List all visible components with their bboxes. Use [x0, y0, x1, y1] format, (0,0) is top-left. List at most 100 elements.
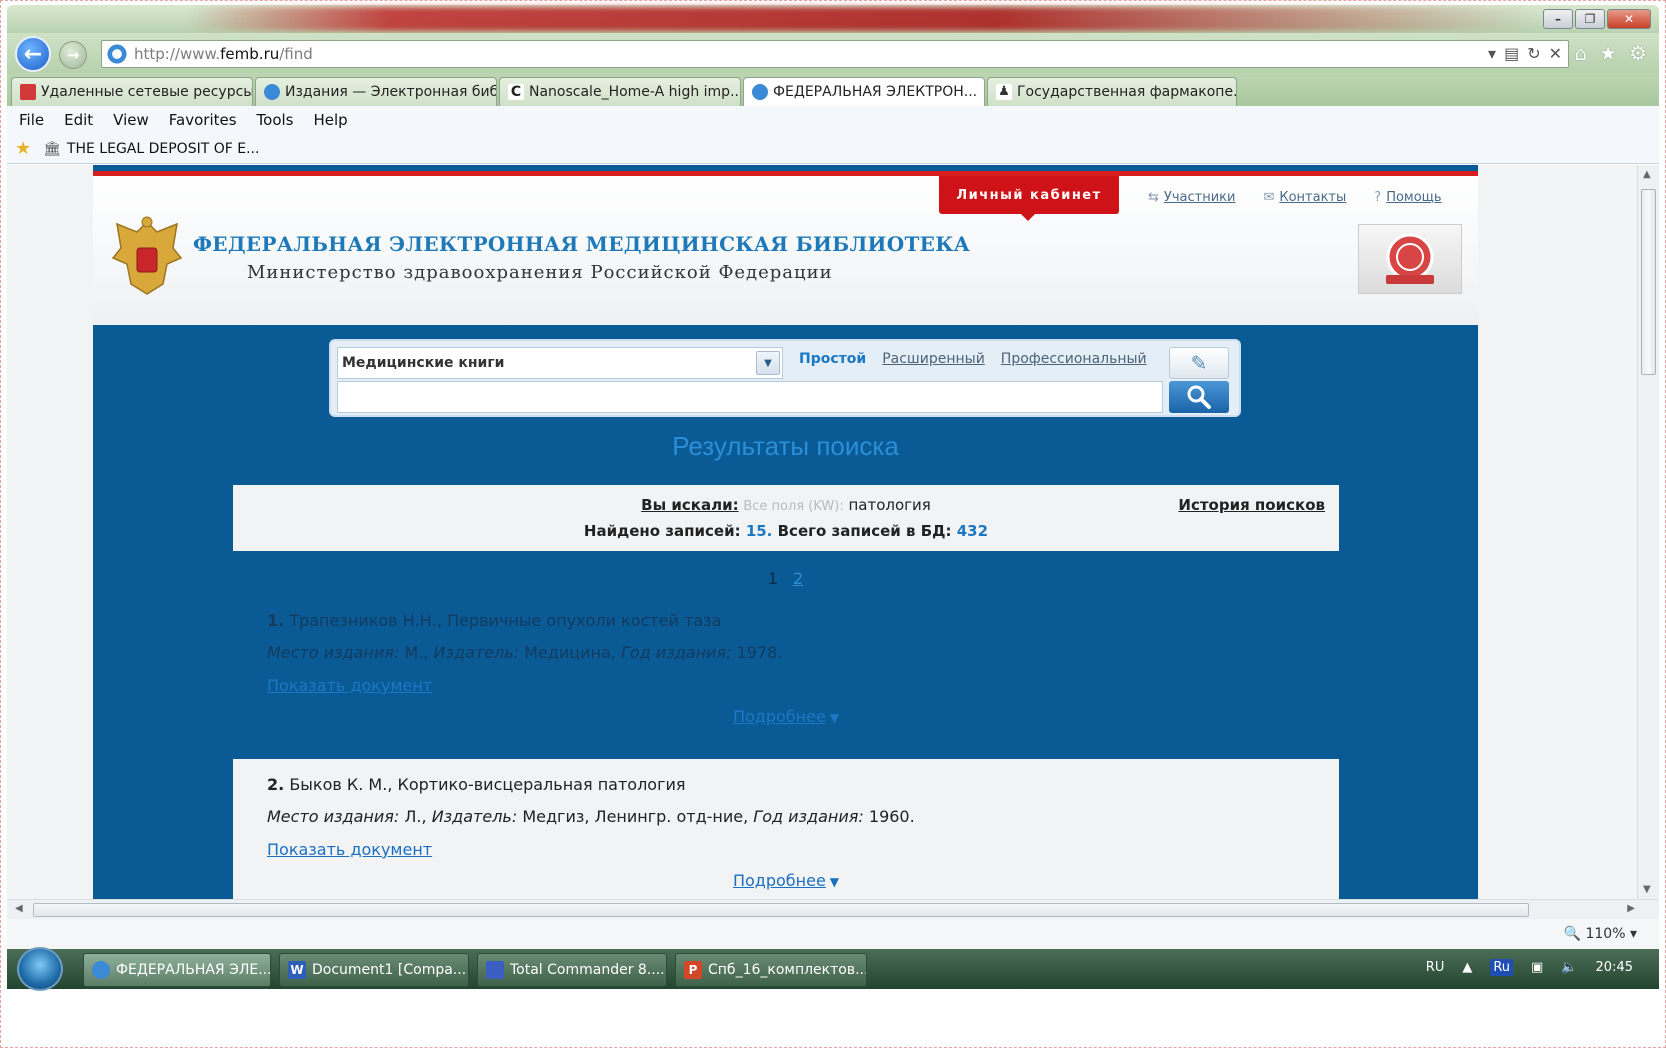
- result-title-text: Быков К. М., Кортико-висцеральная патоло…: [289, 775, 686, 794]
- magnifier-icon: 🔍: [1563, 926, 1582, 942]
- search-button[interactable]: [1169, 381, 1229, 413]
- question-icon: ?: [1374, 190, 1382, 205]
- input-language[interactable]: RU: [1426, 960, 1445, 975]
- tab-remote-resources[interactable]: Удаленные сетевые ресурсы ...: [11, 77, 253, 106]
- favorites-star-icon[interactable]: ★: [1599, 41, 1617, 65]
- more-details-label[interactable]: Подробнее: [733, 707, 826, 726]
- url-domain: femb.ru: [220, 45, 280, 63]
- close-window-button[interactable]: ✕: [1607, 9, 1651, 29]
- publisher-label: Издатель:: [433, 643, 520, 662]
- mode-professional[interactable]: Профессиональный: [1001, 351, 1147, 367]
- search-history-link[interactable]: История поисков: [1178, 496, 1325, 514]
- menu-view[interactable]: View: [113, 111, 149, 129]
- seal-emblem-icon: [1386, 233, 1434, 284]
- contacts-link-label[interactable]: Контакты: [1279, 190, 1346, 205]
- menu-edit[interactable]: Edit: [64, 111, 93, 129]
- search-icon: [1187, 385, 1211, 409]
- ie-page-icon: [264, 84, 280, 100]
- show-document-link[interactable]: Показать документ: [267, 676, 432, 695]
- vertical-scrollbar[interactable]: ▲ ▼: [1637, 165, 1659, 899]
- refresh-icon[interactable]: ↻: [1527, 44, 1540, 63]
- restore-button[interactable]: ❐: [1575, 9, 1605, 29]
- tab-nanoscale[interactable]: C Nanoscale_Home-A high imp...: [499, 77, 741, 106]
- gear-icon[interactable]: ⚙: [1629, 41, 1647, 65]
- tab-femb-active[interactable]: ФЕДЕРАЛЬНАЯ ЭЛЕКТРОН... ✕: [743, 77, 985, 106]
- network-icon[interactable]: ▣: [1531, 960, 1543, 975]
- dropdown-arrow-icon[interactable]: ▾: [1488, 44, 1496, 63]
- home-icon[interactable]: ⌂: [1574, 41, 1587, 65]
- zoom-dropdown-icon[interactable]: ▾: [1630, 926, 1637, 942]
- menu-tools[interactable]: Tools: [257, 111, 294, 129]
- tab-editions[interactable]: Издания — Электронная биб...: [255, 77, 497, 106]
- add-favorite-star-icon[interactable]: ★: [15, 138, 31, 159]
- tab-pharmacopoeia[interactable]: ♟ Государственная фармакопе...: [987, 77, 1237, 106]
- minimize-button[interactable]: –: [1543, 9, 1573, 29]
- help-link[interactable]: ? Помощь: [1374, 190, 1441, 205]
- start-button[interactable]: [17, 947, 63, 991]
- taskbar-item-word[interactable]: W Document1 [Compa...: [279, 953, 469, 987]
- zoom-control[interactable]: 🔍 110% ▾: [1564, 926, 1637, 942]
- site-title: ФЕДЕРАЛЬНАЯ ЭЛЕКТРОННАЯ МЕДИЦИНСКАЯ БИБЛ…: [193, 232, 971, 256]
- vertical-scroll-thumb[interactable]: [1641, 189, 1656, 375]
- search-panel: Медицинские книги ▼ Простой Расширенный …: [329, 339, 1241, 417]
- page-current: 1: [767, 569, 778, 588]
- window-controls: – ❐ ✕: [1543, 9, 1651, 29]
- tab-label: Nanoscale_Home-A high imp...: [529, 84, 741, 100]
- personal-cabinet-button[interactable]: Личный кабинет: [939, 176, 1119, 221]
- mode-advanced[interactable]: Расширенный: [882, 351, 985, 367]
- results-heading: Результаты поиска: [672, 431, 899, 461]
- horizontal-scrollbar[interactable]: ◀ ▶: [7, 899, 1659, 919]
- total-label: Всего записей в БД:: [777, 522, 952, 540]
- tab-label: Удаленные сетевые ресурсы ...: [41, 84, 253, 100]
- task-label: Total Commander 8....: [510, 962, 665, 978]
- page-link-2[interactable]: 2: [793, 569, 803, 588]
- total-count: 432: [956, 522, 989, 540]
- more-details-label[interactable]: Подробнее: [733, 871, 826, 890]
- search-summary: Вы искали: Все поля (KW): патология Найд…: [233, 485, 1339, 551]
- search-input[interactable]: [337, 381, 1163, 413]
- envelope-icon: ✉: [1263, 190, 1275, 205]
- compatibility-icon[interactable]: ▤: [1504, 44, 1519, 63]
- taskbar-item-femb[interactable]: ФЕДЕРАЛЬНАЯ ЭЛЕ...: [83, 953, 271, 987]
- scroll-down-icon[interactable]: ▼: [1643, 884, 1651, 895]
- more-details-link[interactable]: Подробнее ▼: [233, 871, 1339, 890]
- result-meta: Место издания: М., Издатель: Медицина, Г…: [267, 643, 782, 662]
- task-label: ФЕДЕРАЛЬНАЯ ЭЛЕ...: [116, 962, 271, 978]
- favorite-legal-deposit[interactable]: THE LEGAL DEPOSIT OF E...: [67, 141, 260, 157]
- back-button[interactable]: ←: [15, 36, 51, 72]
- more-details-link[interactable]: Подробнее ▼: [233, 707, 1339, 726]
- chevron-down-icon[interactable]: ▼: [756, 351, 780, 375]
- scroll-left-icon[interactable]: ◀: [15, 903, 23, 914]
- forward-button[interactable]: →: [59, 41, 87, 69]
- year-value: 1960.: [868, 807, 915, 826]
- ie-page-icon: [106, 43, 128, 65]
- field-label: Все поля (KW):: [743, 499, 844, 514]
- address-bar[interactable]: http://www. femb.ru/find ▾ ▤ ↻ ✕: [101, 40, 1569, 68]
- titlebar-blur: [187, 7, 1537, 31]
- taskbar-item-powerpoint[interactable]: P Спб_16_комплектов...: [675, 953, 867, 987]
- collection-select[interactable]: Медицинские книги ▼: [337, 347, 783, 379]
- language-bar-icon[interactable]: Ru: [1490, 959, 1514, 976]
- tray-expand-icon[interactable]: ▲: [1462, 960, 1472, 975]
- mode-simple[interactable]: Простой: [799, 351, 866, 367]
- menu-help[interactable]: Help: [314, 111, 348, 129]
- scroll-right-icon[interactable]: ▶: [1627, 903, 1635, 914]
- menu-favorites[interactable]: Favorites: [169, 111, 237, 129]
- clock[interactable]: 20:45: [1596, 960, 1633, 975]
- participants-link[interactable]: ⇆ Участники: [1148, 190, 1235, 205]
- show-document-link[interactable]: Показать документ: [267, 840, 432, 859]
- participants-link-label[interactable]: Участники: [1164, 190, 1236, 205]
- help-link-label[interactable]: Помощь: [1386, 190, 1441, 205]
- header-links: ⇆ Участники ✉ Контакты ? Помощь: [1148, 190, 1442, 205]
- publisher-value: Медицина,: [524, 643, 616, 662]
- result-title: 1. Трапезников Н.Н., Первичные опухоли к…: [267, 611, 721, 630]
- scroll-up-icon[interactable]: ▲: [1643, 169, 1651, 180]
- contacts-link[interactable]: ✉ Контакты: [1263, 190, 1346, 205]
- taskbar-item-total-commander[interactable]: Total Commander 8....: [477, 953, 667, 987]
- stop-icon[interactable]: ✕: [1549, 44, 1562, 63]
- place-value: Л.,: [404, 807, 427, 826]
- horizontal-scroll-thumb[interactable]: [33, 903, 1529, 917]
- speaker-icon[interactable]: 🔈: [1561, 960, 1577, 975]
- menu-file[interactable]: File: [19, 111, 44, 129]
- clear-search-button[interactable]: ✎: [1169, 347, 1229, 379]
